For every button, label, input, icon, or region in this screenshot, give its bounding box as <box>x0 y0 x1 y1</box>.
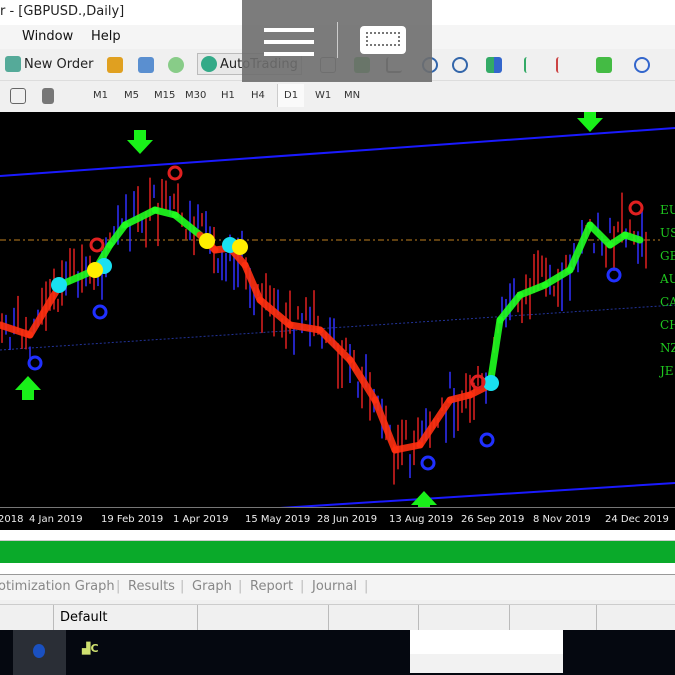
signal-dot <box>232 239 248 255</box>
signal-dot <box>51 277 67 293</box>
navigator-icon[interactable] <box>138 57 154 73</box>
trend-line-segment <box>621 231 644 244</box>
chart-canvas <box>0 112 675 507</box>
window-title: r - [GBPUSD.,Daily] <box>0 4 125 19</box>
tab-report[interactable]: Report <box>250 579 293 594</box>
trend-line-segment <box>241 261 264 304</box>
channel-upper-line <box>0 127 675 177</box>
trend-line-segment <box>286 321 324 334</box>
x-label: 26 Sep 2019 <box>461 514 525 525</box>
channel-lower-line <box>279 482 675 507</box>
tf-m30[interactable]: M30 <box>185 90 206 101</box>
timeframes-toolbar: M1 M5 M15 M30 H1 H4 D1 W1 MN <box>0 82 675 110</box>
signal-dot <box>199 233 215 249</box>
text-tool-icon[interactable] <box>10 88 26 104</box>
arrows-tool-icon[interactable] <box>42 88 54 104</box>
periods-clock-icon[interactable] <box>634 57 650 73</box>
taskbar-preview <box>410 630 563 673</box>
trend-line-segment <box>171 211 204 239</box>
currency-label-au: AU <box>660 272 675 286</box>
currency-label-ca: CA <box>660 295 675 309</box>
menu-window[interactable]: Window <box>22 29 73 44</box>
trend-line-segment <box>566 221 594 274</box>
zoom-out-icon[interactable] <box>452 57 468 73</box>
fractal-icon <box>167 165 183 181</box>
tf-h4[interactable]: H4 <box>251 90 265 101</box>
tab-graph[interactable]: Graph <box>192 579 232 594</box>
x-label: 8 Nov 2019 <box>533 514 591 525</box>
x-label: 13 Aug 2019 <box>389 514 454 525</box>
fractal-icon <box>420 455 436 471</box>
tf-w1[interactable]: W1 <box>315 90 331 101</box>
trend-line-segment <box>391 441 424 454</box>
tab-journal[interactable]: Journal <box>312 579 357 594</box>
taskbar-app-security[interactable] <box>13 630 66 675</box>
fractal-icon <box>27 355 43 371</box>
fractal-icon <box>479 432 495 448</box>
currency-label-ch: CH <box>660 318 675 332</box>
tile-windows-icon[interactable] <box>486 57 502 73</box>
trend-line-segment <box>516 281 549 299</box>
new-order-label: New Order <box>24 56 94 72</box>
menu-help[interactable]: Help <box>91 29 121 44</box>
tab-results[interactable]: Results <box>128 579 175 594</box>
fractal-icon <box>92 304 108 320</box>
taskbar: ▟C <box>0 630 675 675</box>
remote-overlay-panel <box>242 0 432 82</box>
indicators-icon[interactable] <box>596 57 612 73</box>
mt4-app-icon[interactable]: ▟C <box>82 642 108 658</box>
x-label: 15 May 2019 <box>245 514 311 525</box>
market-watch-icon[interactable] <box>107 57 123 73</box>
x-label: 19 Feb 2019 <box>101 514 164 525</box>
tf-m1[interactable]: M1 <box>93 90 108 101</box>
tf-d1[interactable]: D1 <box>277 84 305 107</box>
profile-status: Default <box>60 610 108 625</box>
currency-label-gb: GB <box>660 249 675 263</box>
trend-line-segment <box>371 396 399 454</box>
currency-label-nz: NZ <box>660 341 675 355</box>
trend-line-segment <box>26 281 64 339</box>
x-label: 28 Jun 2019 <box>317 514 378 525</box>
x-label: 4 Jan 2019 <box>29 514 83 525</box>
status-bar: Default <box>0 604 675 631</box>
x-label: 24 Dec 2019 <box>605 514 669 525</box>
signals-icon[interactable] <box>168 57 184 73</box>
new-order-icon <box>5 56 21 72</box>
chart-shift-icon[interactable] <box>524 57 540 73</box>
autoscroll-icon[interactable] <box>556 57 572 73</box>
fractal-icon <box>628 200 644 216</box>
tf-mn[interactable]: MN <box>344 90 360 101</box>
price-chart[interactable]: EU US GB AU CA CH NZ JE 2018 4 Jan 2019 … <box>0 112 675 530</box>
tf-h1[interactable]: H1 <box>221 90 235 101</box>
fractal-icon <box>89 237 105 253</box>
hamburger-menu-icon[interactable] <box>264 28 314 56</box>
trend-line-segment <box>586 221 614 249</box>
new-order-button[interactable]: New Order <box>5 56 93 72</box>
tf-m5[interactable]: M5 <box>124 90 139 101</box>
arrow-signal-icon <box>127 130 153 154</box>
signal-dot <box>87 262 103 278</box>
progress-bar <box>0 541 675 563</box>
arrow-signal-icon <box>15 376 41 400</box>
tester-tabs: otimization Graph | Results | Graph | Re… <box>0 574 675 600</box>
tab-optimization-graph[interactable]: otimization Graph <box>0 579 115 594</box>
x-label: 1 Apr 2019 <box>173 514 229 525</box>
currency-label-us: US <box>660 226 675 240</box>
currency-label-eu: EU <box>660 203 675 217</box>
arrow-signal-icon <box>577 112 603 132</box>
autotrading-icon <box>201 56 217 72</box>
tf-m15[interactable]: M15 <box>154 90 175 101</box>
x-label: 2018 <box>0 514 24 525</box>
keyboard-icon[interactable] <box>360 26 406 54</box>
currency-label-jp: JE <box>660 364 674 378</box>
shield-icon <box>33 644 45 658</box>
